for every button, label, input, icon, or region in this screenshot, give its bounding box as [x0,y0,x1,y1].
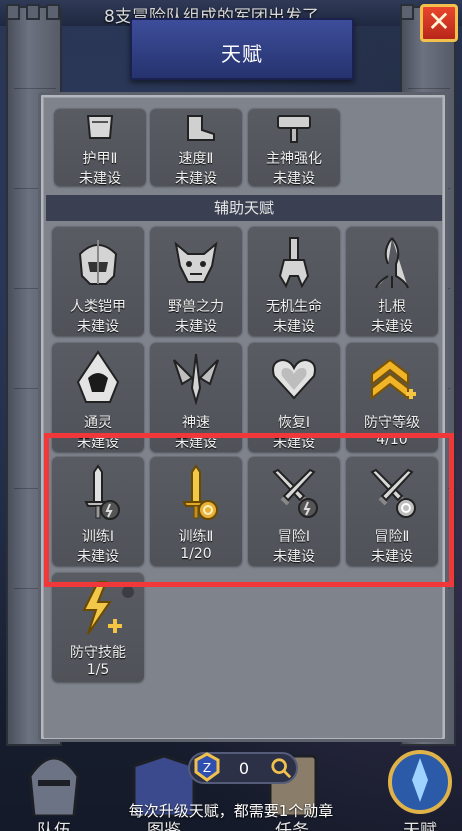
talent-tile-adventure-2[interactable]: 冒险Ⅱ 未建设 [346,456,438,566]
gold-sword-icon [182,464,218,520]
talent-status: 未建设 [175,319,217,335]
talent-tile-root[interactable]: 扎根 未建设 [346,226,438,336]
talent-tile-human-armor[interactable]: 人类铠甲 未建设 [52,226,144,336]
talent-name: 通灵 [84,415,112,431]
medal-counter: Z 0 [188,752,298,784]
mech-claw-icon [278,237,310,289]
talent-status: 未建设 [77,319,119,335]
talent-status: 未建设 [273,319,315,335]
talent-status: 未建设 [79,171,121,187]
talent-tile-divine-speed[interactable]: 神速 未建设 [150,342,242,452]
talent-status: 未建设 [175,435,217,451]
talent-status: 1/5 [86,662,110,678]
medal-count: 0 [238,759,250,778]
talent-tile-speed-2[interactable]: 速度Ⅱ 未建设 [150,108,242,187]
boot-icon [187,115,215,141]
talent-status: 未建设 [273,549,315,565]
talent-status: 4/10 [376,432,408,448]
human-helmet-icon [78,240,118,285]
talent-status: 1/20 [180,546,212,562]
hood-icon [76,350,120,403]
talent-status: 未建设 [273,171,315,187]
talent-status: 未建设 [273,435,315,451]
svg-text:Z: Z [203,761,211,775]
talent-tile-training-1[interactable]: 训练Ⅰ 未建设 [52,456,144,566]
talent-status: 未建设 [371,549,413,565]
close-button[interactable]: ✕ [420,4,458,42]
armor-icon [86,115,114,139]
talent-name: 主神强化 [266,151,322,167]
talent-tile-recovery-1[interactable]: 恢复Ⅰ 未建设 [248,342,340,452]
root-icon [375,237,409,289]
talent-tile-inorganic-life[interactable]: 无机生命 未建设 [248,226,340,336]
talent-name: 人类铠甲 [70,299,126,315]
crossed-swords-silver-icon [370,468,416,518]
hammer-icon [277,115,311,143]
talent-name: 防守等级 [364,415,420,431]
status-dot [122,586,134,598]
talent-name: 恢复Ⅰ [277,415,311,431]
talent-name: 野兽之力 [168,299,224,315]
talent-tile-adventure-1[interactable]: 冒险Ⅰ 未建设 [248,456,340,566]
lightning-plus-icon [82,581,122,635]
talent-name: 冒险Ⅱ [374,529,410,545]
talent-tile-defense-skill[interactable]: 防守技能 1/5 [52,572,144,682]
talent-name: 护甲Ⅱ [82,151,118,167]
heart-icon [272,358,316,400]
talent-tile-beast-power[interactable]: 野兽之力 未建设 [150,226,242,336]
talent-status: 未建设 [77,435,119,451]
talent-name: 防守技能 [70,645,126,661]
section-header: 辅助天赋 [46,195,442,221]
title-banner: 天赋 [130,18,354,80]
talent-name: 训练Ⅰ [81,529,115,545]
talent-status: 未建设 [175,171,217,187]
talent-tile-armor-2[interactable]: 护甲Ⅱ 未建设 [54,108,146,187]
magnifier-icon[interactable] [270,757,292,779]
talent-name: 训练Ⅱ [178,529,214,545]
talent-tile-training-2[interactable]: 训练Ⅱ 1/20 [150,456,242,566]
wing-blade-icon [173,353,219,406]
crossed-swords-icon [272,468,318,518]
medal-icon: Z [194,752,220,782]
talent-name: 无机生命 [266,299,322,315]
talent-name: 扎根 [378,299,406,315]
talent-tile-god-boost[interactable]: 主神强化 未建设 [248,108,340,187]
close-icon: ✕ [427,5,451,38]
talent-status: 未建设 [77,549,119,565]
talent-name: 冒险Ⅰ [277,529,311,545]
upgrade-hint: 每次升级天赋，都需要1个勋章 [128,802,334,820]
talent-tile-necromancy[interactable]: 通灵 未建设 [52,342,144,452]
talent-tile-defense-level[interactable]: 防守等级 4/10 [346,342,438,452]
talent-name: 速度Ⅱ [178,151,214,167]
talent-name: 神速 [182,415,210,431]
page-title: 天赋 [221,42,263,66]
silver-sword-icon [84,464,120,520]
talent-status: 未建设 [371,319,413,335]
rank-chevron-icon [371,358,416,401]
beast-head-icon [174,241,218,283]
